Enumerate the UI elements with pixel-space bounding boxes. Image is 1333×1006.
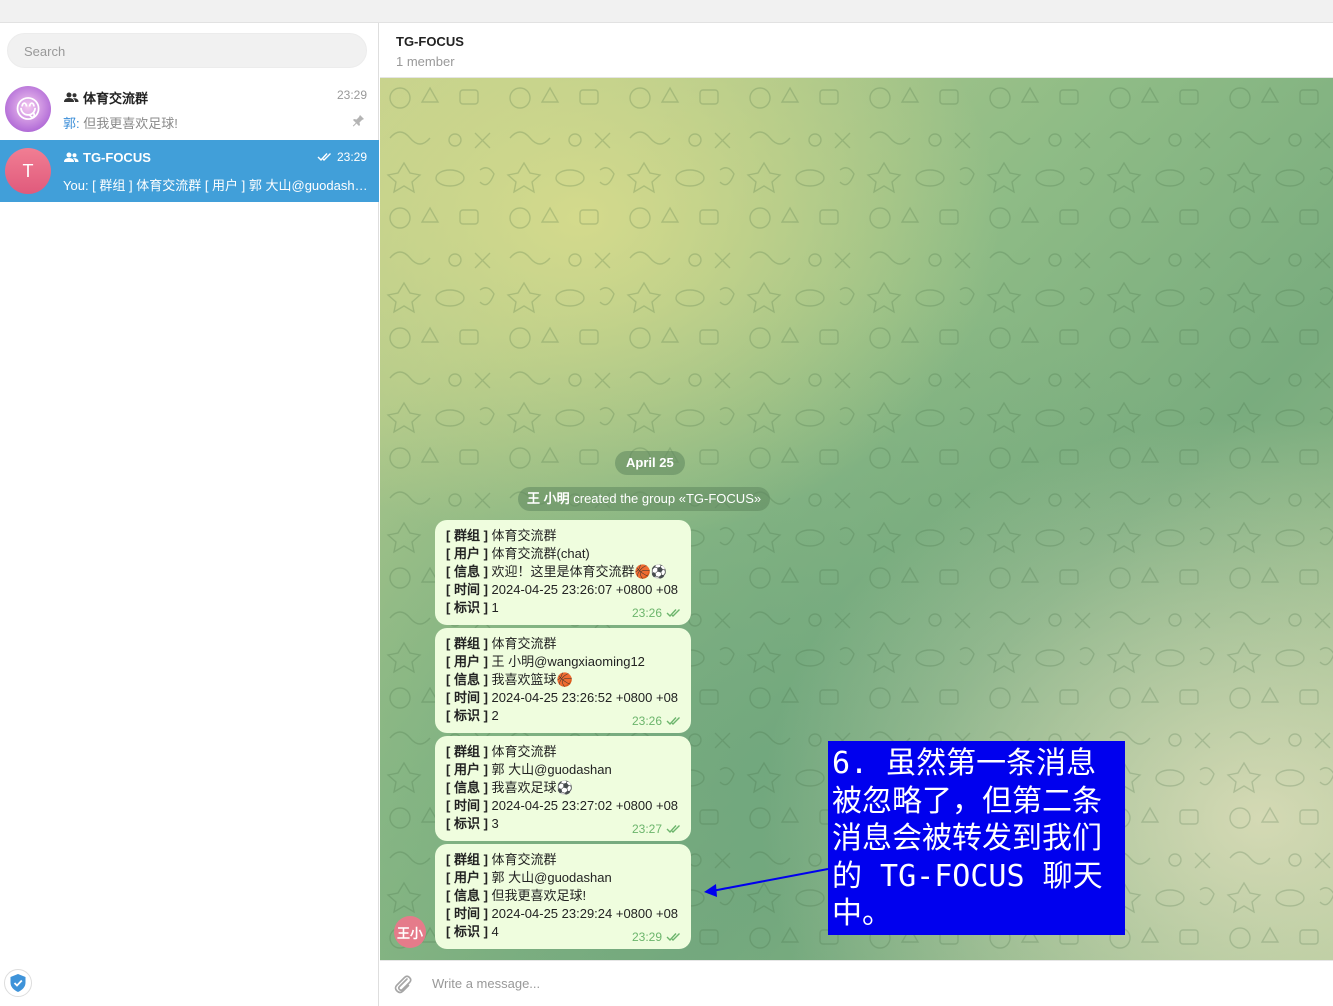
preview-sender: 郭: [63,116,80,131]
chat-header[interactable]: TG-FOCUS 1 member [380,23,1333,78]
message-meta: 23:26 [632,714,683,728]
date-separator: April 25 [615,451,685,475]
message-composer: Write a message... [380,960,1333,1006]
double-check-icon [666,933,680,942]
message-line-group: [ 群组 ] 体育交流群 [446,852,557,867]
chat-avatar: T [5,148,51,194]
message-line-info: [ 信息 ] 但我更喜欢足球! [446,888,587,903]
message-line-info: [ 信息 ] 我喜欢足球⚽ [446,780,573,795]
chat-avatar: 😋 [5,86,51,132]
verified-shield-icon[interactable] [4,969,32,997]
message-meta: 23:29 [632,930,683,944]
attach-icon[interactable] [392,973,414,1000]
message-line-time: [ 时间 ] 2024-04-25 23:29:24 +0800 +08 [446,906,679,921]
service-text: created the group «TG-FOCUS» [569,491,762,506]
chat-title: TG-FOCUS [396,34,464,49]
sidebar: Search 😋 体育交流群 23:29 郭: 但我更喜欢足球! T TG-FO… [0,23,379,1006]
chat-time: 23:29 [337,88,367,102]
message-bubble[interactable]: [ 群组 ] 体育交流群 [ 用户 ] 郭 大山@guodashan [ 信息 … [435,736,691,841]
window-top-bar [0,0,1333,23]
chat-list-item-tg-focus[interactable]: T TG-FOCUS 23:29 You: [ 群组 ] 体育交流群 [ 用户 … [0,140,379,202]
message-bubble[interactable]: [ 群组 ] 体育交流群 [ 用户 ] 王 小明@wangxiaoming12 … [435,628,691,733]
message-meta: 23:27 [632,822,683,836]
message-line-group: [ 群组 ] 体育交流群 [446,744,557,759]
search-input[interactable]: Search [7,33,367,68]
double-check-icon [317,153,331,162]
service-user[interactable]: 王 小明 [527,491,570,506]
message-time: 23:26 [631,606,662,620]
message-line-time: [ 时间 ] 2024-04-25 23:27:02 +0800 +08 [446,798,679,813]
message-meta: 23:26 [632,606,683,620]
message-line-user: [ 用户 ] 郭 大山@guodashan [446,870,612,885]
double-check-icon [666,717,680,726]
service-message: 王 小明 created the group «TG-FOCUS» [518,487,771,511]
message-time: 23:27 [631,822,662,836]
group-icon [64,152,79,162]
message-line-user: [ 用户 ] 王 小明@wangxiaoming12 [446,654,645,669]
chat-name-label: 体育交流群 [83,91,149,106]
message-bubble[interactable]: [ 群组 ] 体育交流群 [ 用户 ] 体育交流群(chat) [ 信息 ] 欢… [435,520,691,625]
chat-name-label: TG-FOCUS [83,150,151,165]
chat-list-item-sports-group[interactable]: 😋 体育交流群 23:29 郭: 但我更喜欢足球! [0,78,379,140]
annotation-callout: 6. 虽然第一条消息被忽略了，但第二条消息会被转发到我们的 TG-FOCUS 聊… [828,741,1125,935]
preview-text: 但我更喜欢足球! [79,116,178,131]
group-icon [64,92,79,102]
message-line-time: [ 时间 ] 2024-04-25 23:26:52 +0800 +08 [446,690,679,705]
chat-name: 体育交流群 [64,88,148,107]
chat-time-label: 23:29 [336,88,367,102]
chat-preview: 郭: 但我更喜欢足球! [63,113,368,132]
message-input[interactable]: Write a message... [432,976,540,991]
sender-avatar[interactable]: 王小 [394,916,426,948]
chat-preview: You: [ 群组 ] 体育交流群 [ 用户 ] 郭 大山@guodashan [63,178,368,193]
message-bubble[interactable]: [ 群组 ] 体育交流群 [ 用户 ] 郭 大山@guodashan [ 信息 … [435,844,691,949]
message-line-group: [ 群组 ] 体育交流群 [446,528,557,543]
pin-icon [352,114,365,130]
message-time: 23:29 [631,930,662,944]
message-line-info: [ 信息 ] 我喜欢篮球🏀 [446,672,573,687]
member-count: 1 member [396,54,455,69]
message-line-group: [ 群组 ] 体育交流群 [446,636,557,651]
chat-time-label: 23:29 [336,150,367,164]
message-line-user: [ 用户 ] 郭 大山@guodashan [446,762,612,777]
double-check-icon [666,609,680,618]
message-line-user: [ 用户 ] 体育交流群(chat) [446,546,590,561]
double-check-icon [666,825,680,834]
chat-time: 23:29 [317,150,367,164]
message-line-info: [ 信息 ] 欢迎！这里是体育交流群🏀⚽ [446,564,667,579]
chat-name: TG-FOCUS [64,150,151,165]
message-time: 23:26 [631,714,662,728]
message-line-time: [ 时间 ] 2024-04-25 23:26:07 +0800 +08 [446,582,679,597]
